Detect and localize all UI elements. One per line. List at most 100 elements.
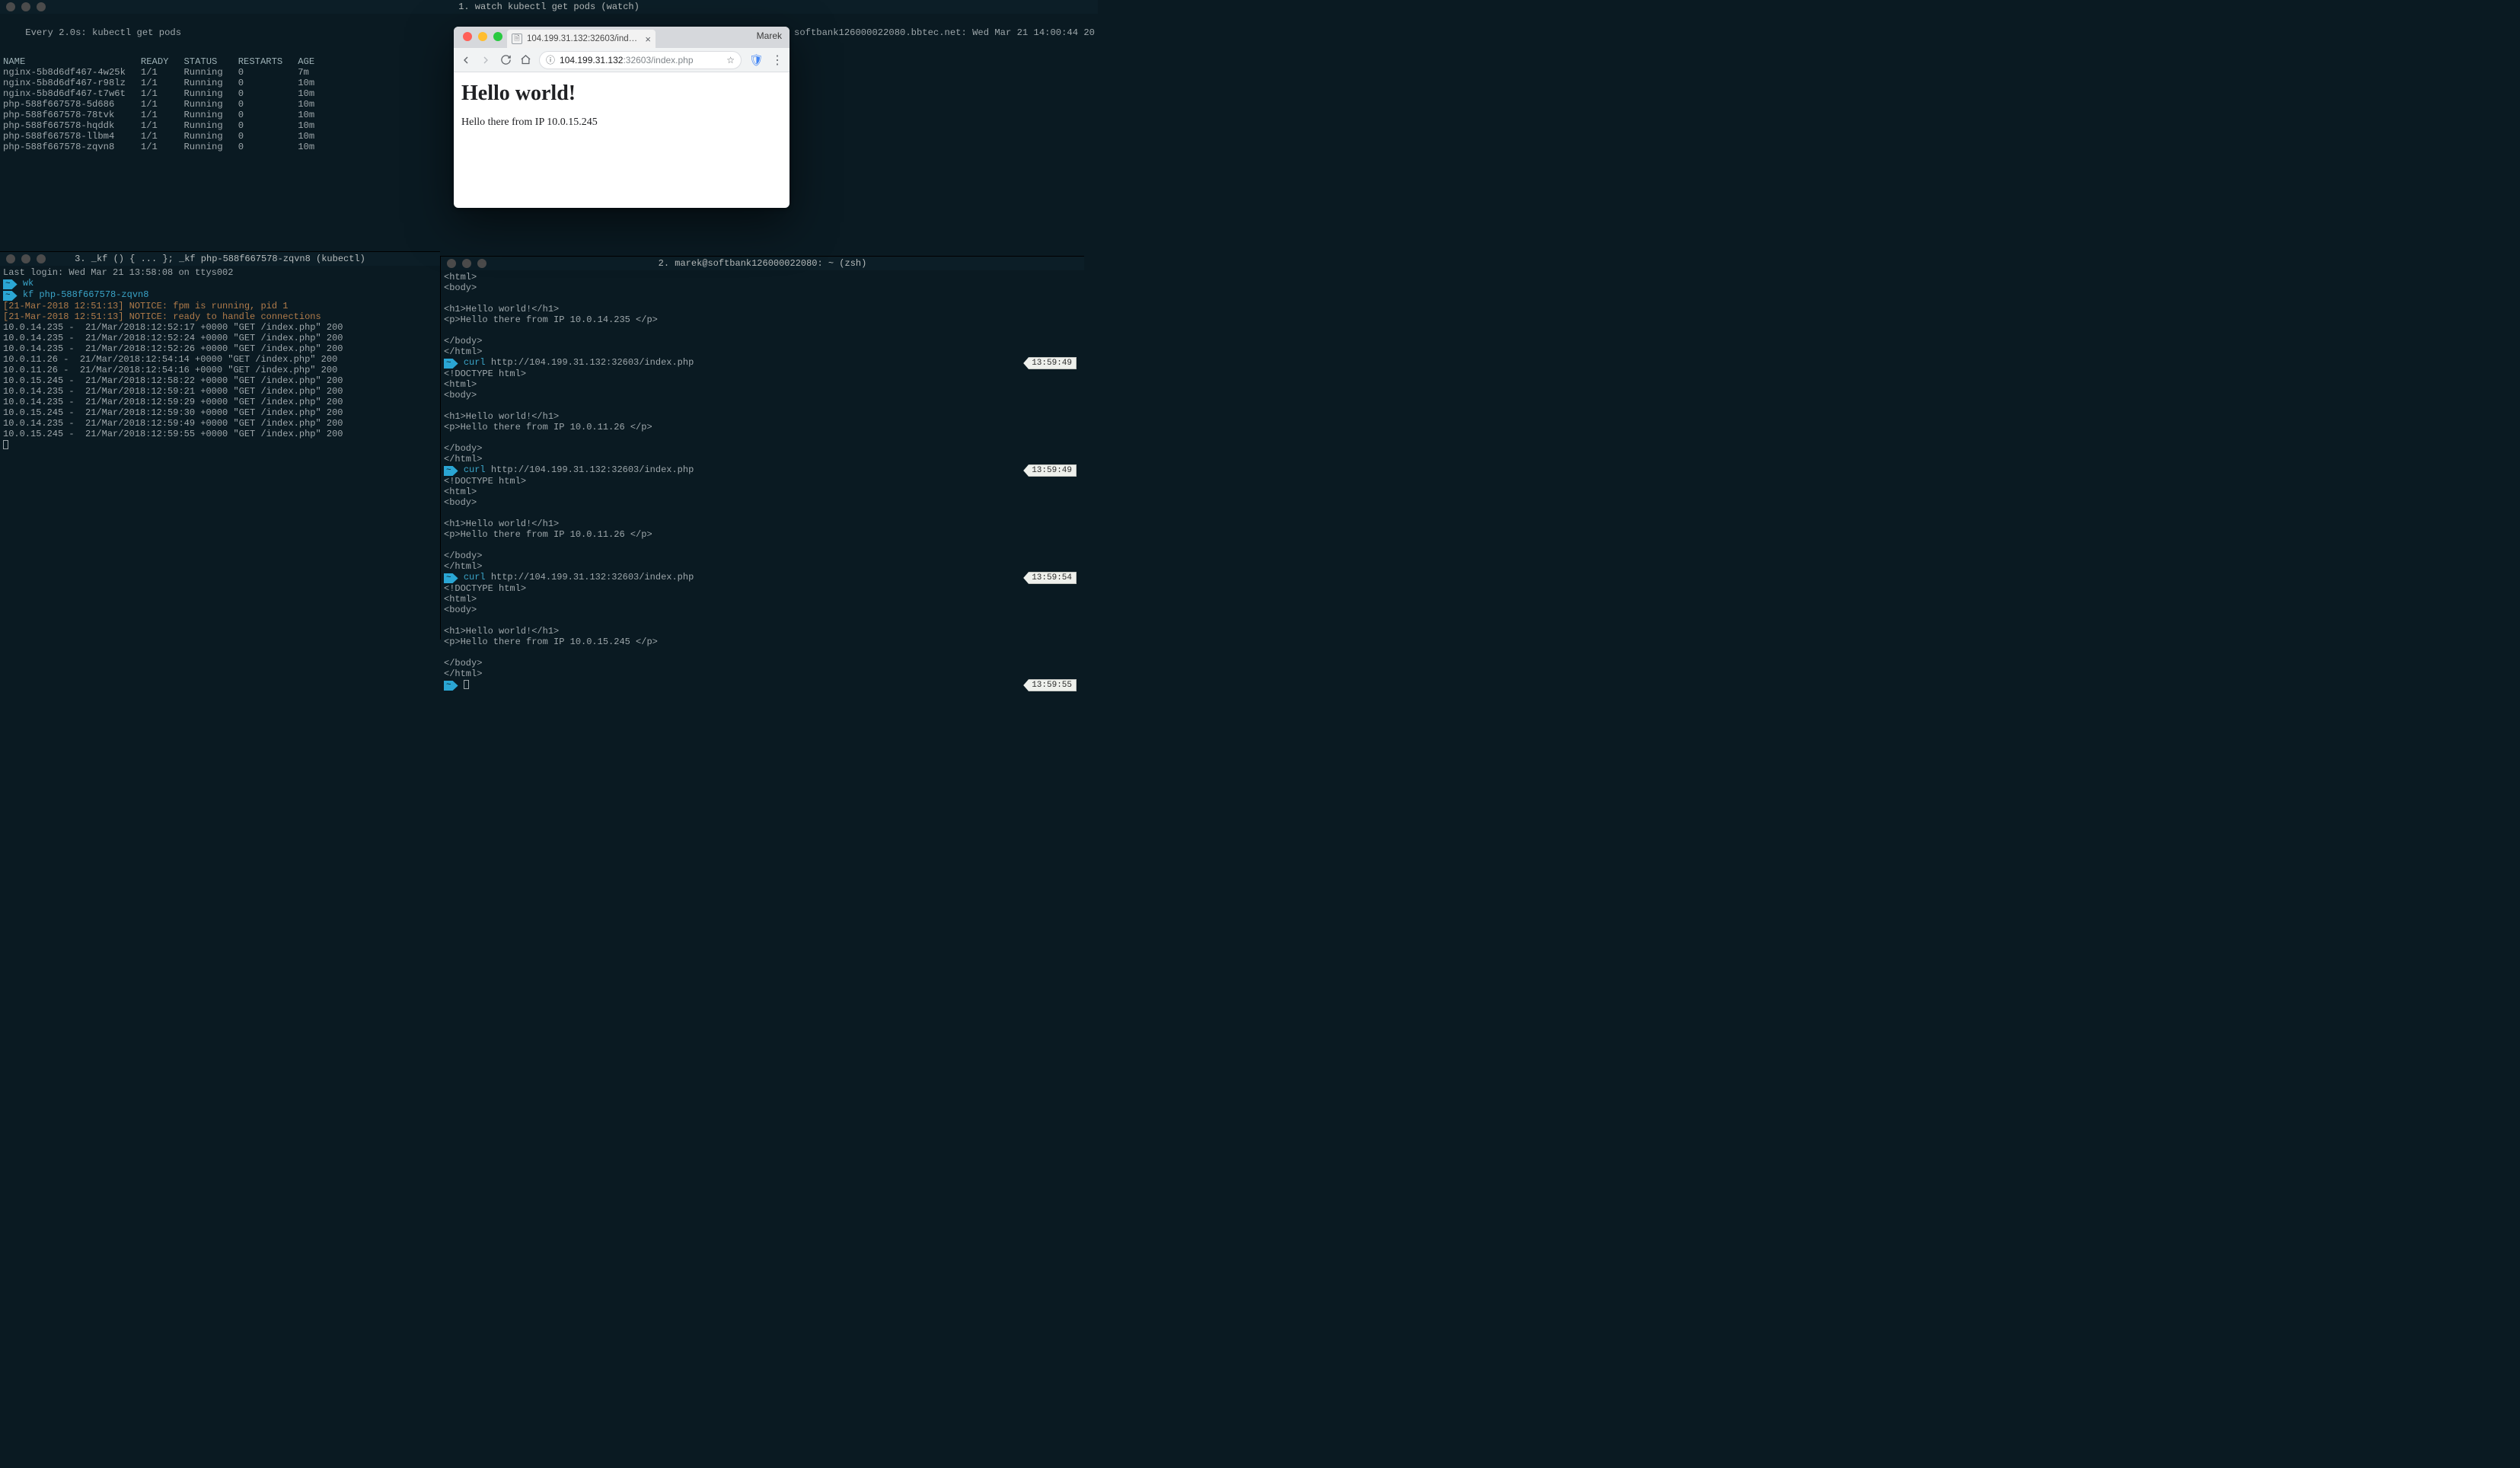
reload-button[interactable] (499, 54, 512, 66)
cell-age: 10m (298, 88, 330, 99)
minimize-icon[interactable] (21, 254, 30, 263)
cell-restarts: 0 (238, 88, 298, 99)
cell-ready: 1/1 (141, 88, 184, 99)
cell-age: 10m (298, 120, 330, 131)
bookmark-star-icon[interactable]: ☆ (726, 55, 735, 65)
log-line: 10.0.14.235 - 21/Mar/2018:12:52:24 +0000… (3, 333, 343, 343)
log-line: 10.0.14.235 - 21/Mar/2018:12:59:21 +0000… (3, 386, 343, 397)
table-row: nginx-5b8d6df467-r98lz1/1Running010m (3, 78, 330, 88)
browser-tab-bar: 🗎 104.199.31.132:32603/index.p × Marek (454, 27, 789, 48)
col-age: AGE (298, 56, 330, 67)
profile-label[interactable]: Marek (757, 30, 782, 41)
log-notice: [21-Mar-2018 12:51:13] NOTICE: ready to … (3, 311, 321, 322)
prompt-chip: ~ (444, 466, 458, 476)
cell-name: php-588f667578-llbm4 (3, 131, 141, 142)
zoom-icon[interactable] (37, 2, 46, 11)
login-line: Last login: Wed Mar 21 13:58:08 on ttys0… (3, 267, 233, 278)
zoom-icon[interactable] (493, 32, 502, 41)
home-button[interactable] (519, 54, 531, 66)
shell-command: wk (23, 278, 33, 289)
minimize-icon[interactable] (21, 2, 30, 11)
time-tag: 13:59:54 (1023, 572, 1077, 584)
cell-ready: 1/1 (141, 131, 184, 142)
close-icon[interactable] (6, 2, 15, 11)
minimize-icon[interactable] (478, 32, 487, 41)
back-button[interactable] (460, 54, 472, 66)
cell-status: Running (183, 120, 238, 131)
watch-command: Every 2.0s: kubectl get pods (25, 27, 181, 38)
log-line: 10.0.15.245 - 21/Mar/2018:12:58:22 +0000… (3, 375, 343, 386)
output-line: </html> (444, 561, 482, 572)
terminal-title: 1. watch kubectl get pods (watch) (458, 2, 640, 12)
cell-restarts: 0 (238, 131, 298, 142)
cell-name: nginx-5b8d6df467-t7w6t (3, 88, 141, 99)
terminal-pane-zsh: 2. marek@softbank126000022080: ~ (zsh) <… (440, 256, 1084, 640)
forward-button[interactable] (480, 54, 492, 66)
col-ready: READY (141, 56, 184, 67)
cell-name: php-588f667578-zqvn8 (3, 142, 141, 152)
terminal-body[interactable]: Last login: Wed Mar 21 13:58:08 on ttys0… (0, 266, 440, 452)
close-icon[interactable] (447, 259, 456, 268)
log-line: 10.0.14.235 - 21/Mar/2018:12:52:17 +0000… (3, 322, 343, 333)
prompt-chip: ~ (444, 573, 458, 583)
cell-status: Running (183, 78, 238, 88)
log-line: 10.0.15.245 - 21/Mar/2018:12:59:55 +0000… (3, 429, 343, 439)
output-line: </html> (444, 669, 482, 679)
browser-tab[interactable]: 🗎 104.199.31.132:32603/index.p × (507, 30, 656, 48)
output-line: </body> (444, 550, 482, 561)
output-line: <p>Hello there from IP 10.0.11.26 </p> (444, 422, 652, 432)
close-icon[interactable] (463, 32, 472, 41)
output-line: <h1>Hello world!</h1> (444, 411, 559, 422)
output-line: </body> (444, 336, 482, 346)
address-bar[interactable]: ⓘ 104.199.31.132:32603/index.php ☆ (539, 51, 742, 69)
output-line: <!DOCTYPE html> (444, 583, 526, 594)
cell-age: 10m (298, 78, 330, 88)
page-content: Hello world! Hello there from IP 10.0.15… (454, 72, 789, 138)
output-line: <html> (444, 272, 477, 282)
site-info-icon[interactable]: ⓘ (546, 53, 555, 66)
output-line: </html> (444, 346, 482, 357)
minimize-icon[interactable] (462, 259, 471, 268)
cell-age: 7m (298, 67, 330, 78)
output-line: <p>Hello there from IP 10.0.15.245 </p> (444, 637, 658, 647)
terminal-title-bar: 2. marek@softbank126000022080: ~ (zsh) (441, 257, 1084, 270)
log-line: 10.0.11.26 - 21/Mar/2018:12:54:14 +0000 … (3, 354, 337, 365)
shield-icon[interactable]: 🛡 (749, 53, 764, 67)
prompt-chip: ~ (3, 279, 18, 289)
time-tag: 13:59:49 (1023, 464, 1077, 477)
shell-command: kf php-588f667578-zqvn8 (23, 289, 149, 300)
output-line: </html> (444, 454, 482, 464)
zoom-icon[interactable] (477, 259, 486, 268)
table-header-row: NAME READY STATUS RESTARTS AGE (3, 56, 330, 67)
terminal-body[interactable]: <html><body> <h1>Hello world!</h1><p>Hel… (441, 270, 1084, 692)
log-line: 10.0.11.26 - 21/Mar/2018:12:54:16 +0000 … (3, 365, 337, 375)
window-controls (0, 252, 52, 266)
shell-command: curl (464, 572, 486, 582)
tab-close-icon[interactable]: × (645, 34, 651, 45)
output-line: <body> (444, 282, 477, 293)
menu-button[interactable]: ⋮ (771, 53, 783, 68)
prompt-chip: ~ (444, 359, 458, 369)
output-line: <h1>Hello world!</h1> (444, 519, 559, 529)
cell-status: Running (183, 142, 238, 152)
log-line: 10.0.14.235 - 21/Mar/2018:12:59:29 +0000… (3, 397, 343, 407)
table-row: nginx-5b8d6df467-t7w6t1/1Running010m (3, 88, 330, 99)
output-line: <!DOCTYPE html> (444, 476, 526, 487)
col-restarts: RESTARTS (238, 56, 298, 67)
output-line: <body> (444, 390, 477, 401)
window-controls (441, 257, 493, 270)
terminal-title-bar: 1. watch kubectl get pods (watch) (0, 0, 1098, 14)
close-icon[interactable] (6, 254, 15, 263)
output-line: <!DOCTYPE html> (444, 369, 526, 379)
table-row: php-588f667578-hqddk1/1Running010m (3, 120, 330, 131)
cell-name: php-588f667578-hqddk (3, 120, 141, 131)
cell-ready: 1/1 (141, 120, 184, 131)
time-tag: 13:59:49 (1023, 357, 1077, 369)
prompt-chip: ~ (444, 681, 458, 691)
prompt-chip: ~ (3, 291, 18, 301)
window-controls (0, 0, 52, 14)
output-line: <html> (444, 379, 477, 390)
zoom-icon[interactable] (37, 254, 46, 263)
cell-status: Running (183, 67, 238, 78)
table-row: nginx-5b8d6df467-4w25k1/1Running07m (3, 67, 330, 78)
